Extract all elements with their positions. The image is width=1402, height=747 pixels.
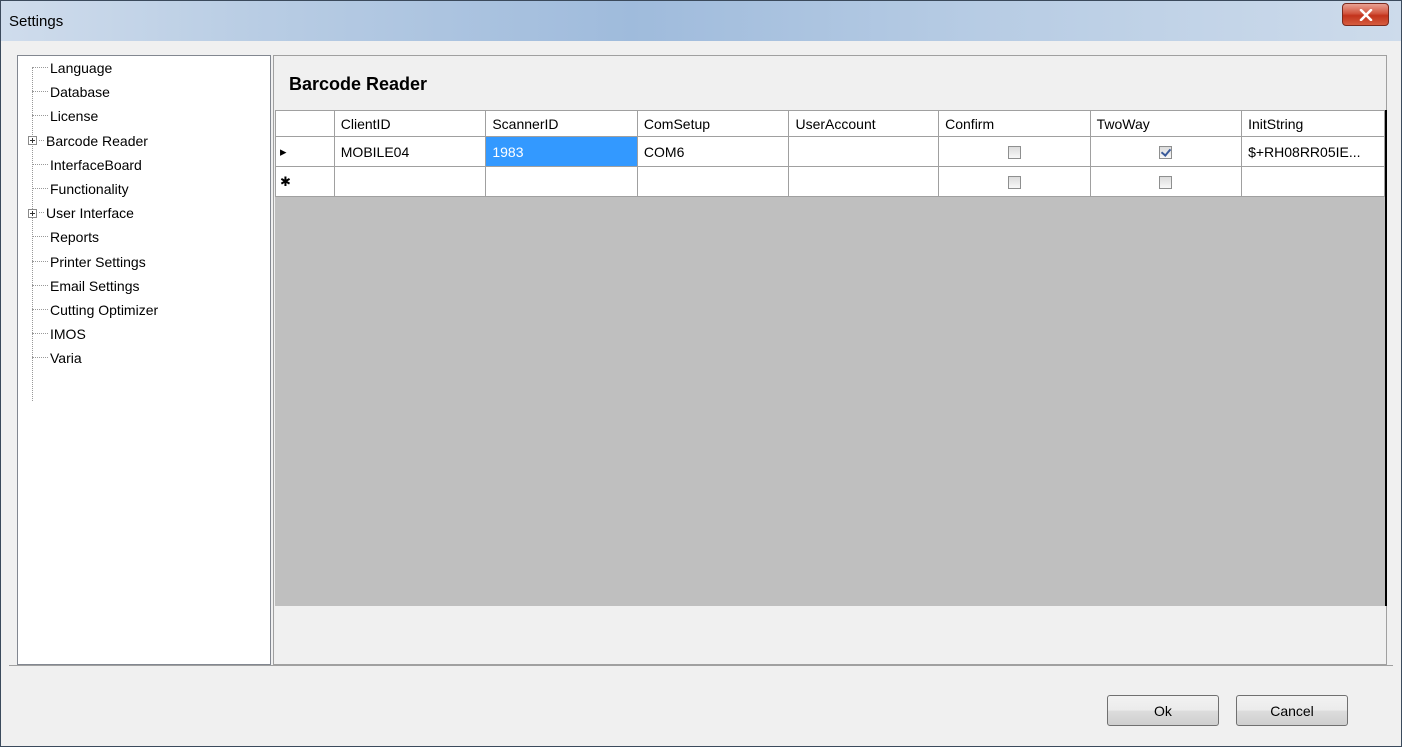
tree-item-printer-settings[interactable]: Printer Settings bbox=[18, 250, 146, 274]
ok-button[interactable]: Ok bbox=[1107, 695, 1219, 726]
cell-twoway[interactable] bbox=[1089, 166, 1243, 197]
tree-item-interfaceboard[interactable]: InterfaceBoard bbox=[18, 153, 142, 177]
tree-connector bbox=[32, 333, 48, 335]
tree-item-label: Email Settings bbox=[50, 277, 140, 294]
tree-item-label: Database bbox=[50, 84, 110, 101]
cell-scannerid[interactable] bbox=[485, 166, 638, 197]
tree-connector bbox=[32, 67, 48, 69]
row-header-corner bbox=[275, 110, 335, 137]
tree-connector bbox=[32, 357, 48, 359]
barcode-reader-grid[interactable]: ClientID ScannerID ComSetup UserAccount … bbox=[275, 110, 1385, 606]
tree-connector bbox=[39, 139, 44, 142]
confirm-checkbox[interactable] bbox=[1007, 176, 1021, 190]
tree-item-language[interactable]: Language bbox=[18, 56, 112, 80]
tree-connector bbox=[39, 212, 44, 214]
tree-item-cutting-optimizer[interactable]: Cutting Optimizer bbox=[18, 298, 158, 322]
tree-item-label: Cutting Optimizer bbox=[50, 302, 159, 318]
column-header-confirm[interactable]: Confirm bbox=[938, 110, 1091, 137]
expand-plus-icon[interactable] bbox=[28, 208, 37, 218]
cell-clientid[interactable]: MOBILE04 bbox=[333, 136, 487, 167]
tree-item-reports[interactable]: Reports bbox=[18, 225, 99, 249]
tree-item-imos[interactable]: IMOS bbox=[18, 322, 86, 346]
tree-item-database[interactable]: Database bbox=[18, 80, 110, 104]
tree-connector bbox=[32, 309, 48, 311]
table-row[interactable]: ✱ bbox=[275, 166, 1385, 197]
cell-confirm[interactable] bbox=[938, 166, 1091, 197]
tree-item-label: License bbox=[50, 108, 99, 125]
tree-connector bbox=[32, 188, 48, 190]
cell-comsetup[interactable]: COM6 bbox=[636, 136, 790, 167]
grid-header-row: ClientID ScannerID ComSetup UserAccount … bbox=[275, 110, 1385, 137]
tree-item-label: Language bbox=[50, 60, 113, 76]
tree-connector bbox=[32, 260, 48, 263]
expand-plus-icon[interactable] bbox=[28, 136, 37, 146]
tree-item-license[interactable]: License bbox=[18, 104, 98, 128]
cell-initstring[interactable] bbox=[1241, 166, 1385, 197]
column-header-scannerid[interactable]: ScannerID bbox=[485, 110, 638, 137]
tree-item-label: Barcode Reader bbox=[46, 132, 148, 149]
tree-connector bbox=[32, 284, 48, 287]
cell-comsetup[interactable] bbox=[636, 166, 790, 197]
grid-right-border bbox=[1385, 110, 1387, 606]
cell-twoway[interactable] bbox=[1089, 136, 1243, 167]
tree-connector bbox=[32, 163, 48, 166]
cell-confirm[interactable] bbox=[938, 136, 1091, 167]
tree-connector bbox=[32, 115, 48, 117]
column-header-comsetup[interactable]: ComSetup bbox=[636, 110, 790, 137]
settings-window: Settings Language Database License Barcode … bbox=[0, 0, 1402, 747]
tree-item-label: Functionality bbox=[50, 181, 129, 197]
cell-useraccount[interactable] bbox=[788, 166, 940, 197]
cell-initstring[interactable]: $+RH08RR05IE... bbox=[1241, 136, 1385, 167]
cell-clientid[interactable] bbox=[333, 166, 487, 197]
tree-item-varia[interactable]: Varia bbox=[18, 346, 82, 370]
tree-item-label: Varia bbox=[50, 350, 82, 367]
twoway-checkbox[interactable] bbox=[1159, 146, 1173, 160]
tree-connector bbox=[32, 236, 48, 238]
window-title: Settings bbox=[9, 13, 64, 30]
settings-panel: Barcode Reader ClientID ScannerID ComSet… bbox=[273, 55, 1387, 665]
cell-useraccount[interactable] bbox=[788, 136, 940, 167]
button-area-separator bbox=[9, 665, 1393, 666]
tree-item-functionality[interactable]: Functionality bbox=[18, 177, 129, 201]
close-button[interactable] bbox=[1342, 3, 1389, 26]
tree-item-label: InterfaceBoard bbox=[50, 156, 142, 173]
tree-item-user-interface[interactable]: User Interface bbox=[18, 201, 134, 225]
title-bar[interactable]: Settings bbox=[1, 1, 1401, 41]
settings-tree[interactable]: Language Database License Barcode Reader Int… bbox=[17, 55, 271, 665]
dialog-client-area: Language Database License Barcode Reader Int… bbox=[9, 41, 1393, 740]
panel-title: Barcode Reader bbox=[289, 74, 428, 94]
current-row-indicator[interactable]: ▸ bbox=[275, 136, 335, 167]
new-row-indicator[interactable]: ✱ bbox=[275, 166, 335, 197]
column-header-clientid[interactable]: ClientID bbox=[333, 110, 487, 137]
tree-item-label: Printer Settings bbox=[50, 253, 146, 270]
tree-connector bbox=[32, 91, 48, 93]
column-header-useraccount[interactable]: UserAccount bbox=[788, 110, 940, 137]
tree-item-label: User Interface bbox=[46, 205, 134, 222]
column-header-twoway[interactable]: TwoWay bbox=[1089, 110, 1243, 137]
column-header-initstring[interactable]: InitString bbox=[1241, 110, 1385, 137]
table-row[interactable]: ▸ MOBILE04 1983 COM6 $+RH08RR05IE... bbox=[275, 136, 1385, 167]
tree-item-barcode-reader[interactable]: Barcode Reader bbox=[18, 129, 148, 153]
tree-item-label: IMOS bbox=[50, 326, 86, 343]
cancel-button[interactable]: Cancel bbox=[1236, 695, 1348, 726]
twoway-checkbox[interactable] bbox=[1159, 176, 1173, 190]
tree-item-label: Reports bbox=[50, 229, 100, 246]
confirm-checkbox[interactable] bbox=[1007, 146, 1021, 160]
tree-item-email-settings[interactable]: Email Settings bbox=[18, 274, 139, 298]
cell-scannerid[interactable]: 1983 bbox=[485, 136, 638, 167]
close-icon bbox=[1359, 8, 1372, 21]
